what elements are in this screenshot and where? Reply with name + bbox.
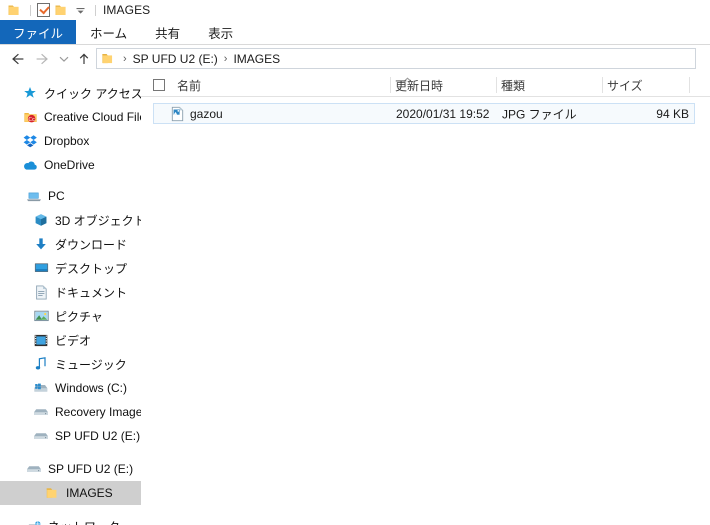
sidebar-item-creative-cloud-files[interactable]: Cc Creative Cloud Files xyxy=(0,105,141,129)
pc-icon xyxy=(26,188,42,204)
sidebar-item-label: クイック アクセス xyxy=(44,85,141,102)
sidebar-item-desktop[interactable]: デスクトップ xyxy=(0,256,141,280)
breadcrumb-separator-2: › xyxy=(219,49,233,68)
tab-home[interactable]: ホーム xyxy=(76,20,141,44)
file-list-pane: 名前 更新日時 種類 サイズ xyxy=(141,73,710,525)
sidebar-item-label: ビデオ xyxy=(55,332,91,349)
sidebar-item-label: ミュージック xyxy=(55,356,127,373)
tab-file[interactable]: ファイル xyxy=(0,20,76,44)
sidebar-item-label: ピクチャ xyxy=(55,308,103,325)
sidebar-item-label: Creative Cloud Files xyxy=(44,110,141,124)
cell-name: gazou xyxy=(190,107,223,121)
column-header-name[interactable]: 名前 xyxy=(177,73,201,97)
sidebar-item-label: デスクトップ xyxy=(55,260,127,277)
column-header-type[interactable]: 種類 xyxy=(501,73,525,97)
cell-type: JPG ファイル xyxy=(502,105,577,122)
sidebar-item-sp-ufd-u2-e-root[interactable]: SP UFD U2 (E:) xyxy=(0,457,141,481)
properties-checkbox-icon[interactable] xyxy=(36,2,52,18)
column-header-size[interactable]: サイズ xyxy=(607,73,643,97)
sidebar-item-recovery-image-d[interactable]: Recovery Image (D: xyxy=(0,400,141,424)
sidebar-item-label: Windows (C:) xyxy=(55,381,127,395)
sidebar-item-pc[interactable]: PC xyxy=(0,184,141,208)
folder-icon xyxy=(44,485,60,501)
sidebar-item-label: IMAGES xyxy=(66,486,113,500)
network-icon xyxy=(26,518,42,525)
drive-icon xyxy=(33,404,49,420)
column-divider-4[interactable] xyxy=(689,77,690,93)
breadcrumb-separator-1: › xyxy=(118,49,132,68)
sidebar-item-label: ネットワーク xyxy=(48,518,120,525)
table-row[interactable]: gazou 2020/01/31 19:52 JPG ファイル 94 KB xyxy=(153,103,695,124)
sidebar-item-onedrive[interactable]: OneDrive xyxy=(0,153,141,177)
tab-share[interactable]: 共有 xyxy=(141,20,194,44)
tab-view[interactable]: 表示 xyxy=(194,20,247,44)
checkbox-unchecked-icon[interactable] xyxy=(153,79,165,91)
star-icon xyxy=(22,85,38,101)
folder-icon[interactable] xyxy=(7,2,23,18)
cell-size: 94 KB xyxy=(609,107,689,121)
sidebar-item-label: SP UFD U2 (E:) xyxy=(48,462,133,476)
ribbon-tab-bar: ファイル ホーム 共有 表示 xyxy=(0,20,710,44)
sidebar-item-network[interactable]: ネットワーク xyxy=(0,514,141,525)
pictures-icon xyxy=(33,308,49,324)
documents-icon xyxy=(33,284,49,300)
jpg-file-icon xyxy=(171,106,184,121)
creative-cloud-icon: Cc xyxy=(22,109,38,125)
breadcrumb-item-drive[interactable]: SP UFD U2 (E:) xyxy=(132,49,219,68)
desktop-icon xyxy=(33,260,49,276)
column-header-modified[interactable]: 更新日時 xyxy=(395,73,443,97)
address-path-field[interactable]: › SP UFD U2 (E:) › IMAGES xyxy=(96,48,696,69)
sidebar-item-images[interactable]: IMAGES xyxy=(0,481,141,505)
dropbox-icon xyxy=(22,133,38,149)
up-arrow-icon[interactable] xyxy=(74,47,94,71)
column-header-row: 名前 更新日時 種類 サイズ xyxy=(141,73,710,97)
navigation-pane: クイック アクセス Cc Creative Cloud Files xyxy=(0,73,141,525)
sidebar-item-label: OneDrive xyxy=(44,158,95,172)
column-divider-2[interactable] xyxy=(496,77,497,93)
drive-icon xyxy=(26,461,42,477)
sidebar-item-label: PC xyxy=(48,189,65,203)
sidebar-item-dropbox[interactable]: Dropbox xyxy=(0,129,141,153)
videos-icon xyxy=(33,332,49,348)
downloads-icon xyxy=(33,236,49,252)
sidebar-item-sp-ufd-u2-e-under-pc[interactable]: SP UFD U2 (E:) xyxy=(0,424,141,448)
sidebar-item-label: ダウンロード xyxy=(55,236,127,253)
sidebar-item-windows-c[interactable]: Windows (C:) xyxy=(0,376,141,400)
customize-quick-access-chevron-icon[interactable] xyxy=(72,2,88,18)
drive-icon xyxy=(33,428,49,444)
sidebar-item-label: Recovery Image (D: xyxy=(55,405,141,419)
sidebar-item-3d-objects[interactable]: 3D オブジェクト xyxy=(0,208,141,232)
recent-locations-chevron-icon[interactable] xyxy=(54,47,74,71)
back-arrow-icon[interactable] xyxy=(6,47,30,71)
quick-access-divider xyxy=(30,5,31,16)
sidebar-item-label: Dropbox xyxy=(44,134,89,148)
3d-objects-icon xyxy=(33,212,49,228)
sidebar-item-downloads[interactable]: ダウンロード xyxy=(0,232,141,256)
sidebar-item-quick-access[interactable]: クイック アクセス xyxy=(0,81,141,105)
title-bar: IMAGES xyxy=(0,0,710,20)
sidebar-item-videos[interactable]: ビデオ xyxy=(0,328,141,352)
column-divider-1[interactable] xyxy=(390,77,391,93)
cell-modified: 2020/01/31 19:52 xyxy=(396,107,489,121)
sidebar-item-documents[interactable]: ドキュメント xyxy=(0,280,141,304)
file-explorer-window: IMAGES ファイル ホーム 共有 表示 xyxy=(0,0,710,525)
window-title: IMAGES xyxy=(103,3,150,17)
windows-drive-icon xyxy=(33,380,49,396)
sidebar-item-music[interactable]: ミュージック xyxy=(0,352,141,376)
address-folder-icon xyxy=(101,51,116,66)
sidebar-item-label: ドキュメント xyxy=(55,284,127,301)
sidebar-item-label: 3D オブジェクト xyxy=(55,212,141,229)
sidebar-item-label: SP UFD U2 (E:) xyxy=(55,429,140,443)
new-folder-icon[interactable] xyxy=(54,2,70,18)
svg-text:Cc: Cc xyxy=(28,116,35,122)
forward-arrow-icon[interactable] xyxy=(30,47,54,71)
onedrive-cloud-icon xyxy=(22,157,38,173)
column-divider-3[interactable] xyxy=(602,77,603,93)
music-icon xyxy=(33,356,49,372)
sidebar-item-pictures[interactable]: ピクチャ xyxy=(0,304,141,328)
breadcrumb-item-images[interactable]: IMAGES xyxy=(232,49,281,68)
title-divider xyxy=(95,5,96,16)
